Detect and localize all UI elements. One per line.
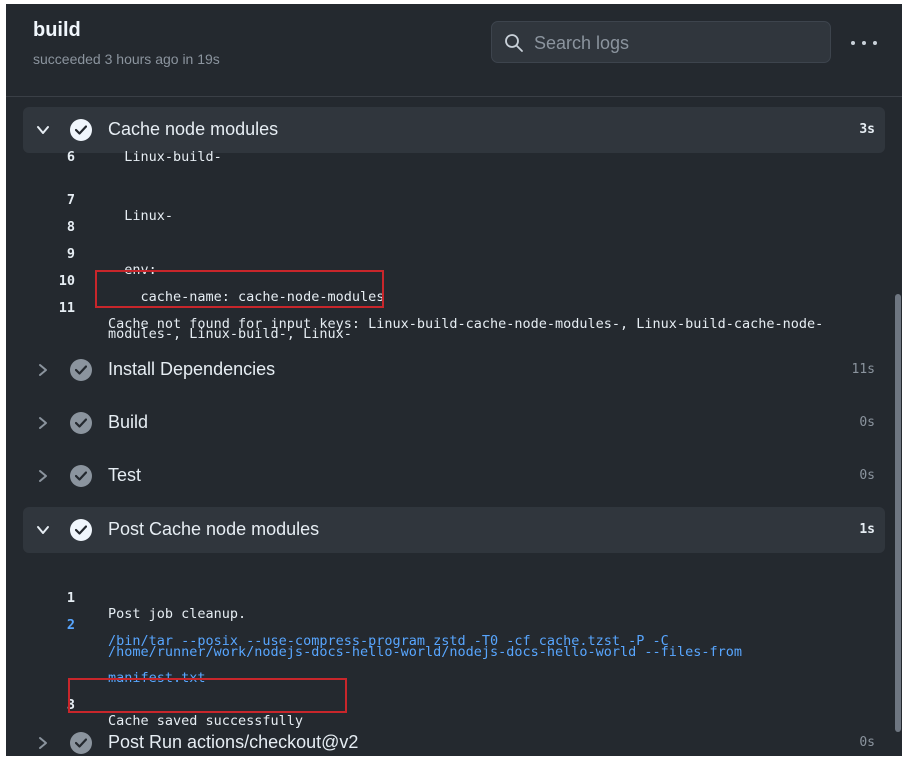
step-name: Build (108, 412, 149, 432)
step-name: Test (108, 465, 142, 485)
log-line-continuation: manifest.txt (23, 654, 885, 686)
log-text: modules-, Linux-build-, Linux- (108, 326, 352, 342)
chevron-right-icon (39, 364, 47, 376)
check-circle-icon (70, 119, 92, 141)
step-cache-node-modules[interactable]: Cache node modules 3s (23, 107, 885, 153)
log-line-continuation: modules-, Linux-build-, Linux- (23, 310, 885, 342)
check-circle-icon (70, 732, 92, 754)
chevron-right-icon (39, 470, 47, 482)
search-box[interactable] (491, 21, 831, 64)
line-number: 3 (66, 697, 75, 713)
step-duration: 3s (859, 122, 875, 137)
chevron-down-icon (37, 526, 49, 534)
more-options-icon[interactable] (849, 31, 879, 55)
step-duration: 0s (859, 735, 875, 750)
chevron-down-icon (37, 126, 49, 134)
step-duration: 1s (859, 522, 875, 537)
step-name: Post Run actions/checkout@v2 (108, 732, 359, 752)
log-text: Linux-build- (108, 149, 222, 165)
job-title: build (33, 19, 81, 41)
log-line: 2 /bin/tar --posix --use-compress-progra… (23, 601, 885, 649)
check-circle-icon (70, 519, 92, 541)
log-line: 3 Cache saved successfully (23, 681, 885, 729)
step-install-dependencies[interactable]: Install Dependencies 11s (23, 347, 885, 393)
chevron-right-icon (39, 737, 47, 749)
step-duration: 0s (859, 468, 875, 483)
log-line: 6 Linux-build- (23, 149, 885, 175)
step-duration: 0s (859, 415, 875, 430)
log-line: 10 cache-name: cache-node-modules (23, 257, 885, 305)
log-line: 11 Cache not found for input keys: Linux… (23, 284, 885, 332)
step-name: Post Cache node modules (108, 519, 320, 539)
chevron-right-icon (39, 417, 47, 429)
job-status: succeeded 3 hours ago in 19s (33, 51, 220, 67)
check-circle-icon (70, 465, 92, 487)
step-name: Cache node modules (108, 119, 279, 139)
step-duration: 11s (851, 362, 875, 377)
log-line: 7 Linux- (23, 176, 885, 224)
log-line: 1 Post job cleanup. (23, 574, 885, 622)
step-test[interactable]: Test 0s (23, 453, 885, 499)
log-line: 9 env: (23, 230, 885, 278)
step-post-cache-node-modules[interactable]: Post Cache node modules 1s (23, 507, 885, 553)
step-name: Install Dependencies (108, 359, 276, 379)
log-line: 8 (23, 203, 885, 235)
search-icon (505, 34, 523, 52)
log-line-continuation: /home/runner/work/nodejs-docs-hello-worl… (23, 628, 885, 660)
log-panel: build succeeded 3 hours ago in 19s Cache… (6, 4, 902, 756)
step-build[interactable]: Build 0s (23, 400, 885, 446)
line-number: 6 (66, 149, 75, 165)
step-post-run-checkout[interactable]: Post Run actions/checkout@v2 0s (23, 720, 885, 756)
scrollbar-thumb[interactable] (895, 294, 901, 732)
search-input[interactable] (532, 22, 826, 64)
check-circle-icon (70, 359, 92, 381)
check-circle-icon (70, 412, 92, 434)
job-header: build succeeded 3 hours ago in 19s (6, 4, 902, 97)
